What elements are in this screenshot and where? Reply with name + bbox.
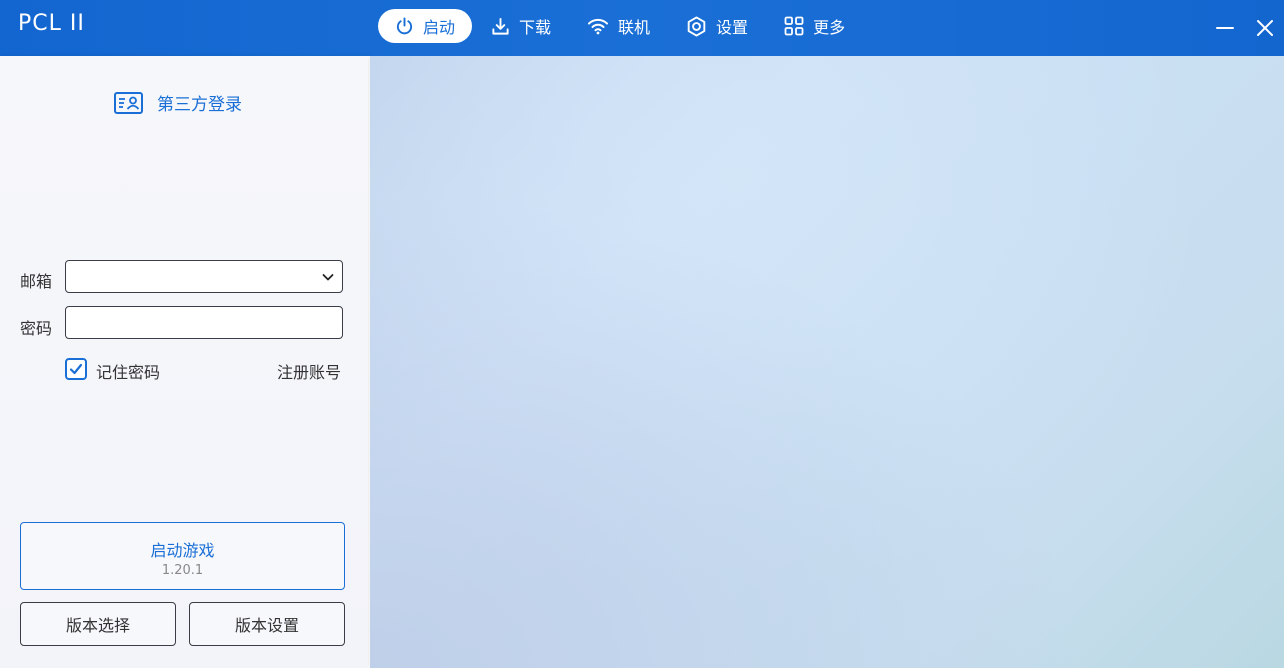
register-account-link[interactable]: 注册账号 xyxy=(277,359,341,383)
launch-game-label: 启动游戏 xyxy=(150,541,215,560)
title-bar: PCL II 启动 下载 联机 设置 更多 xyxy=(0,0,1284,56)
main-nav: 启动 下载 联机 设置 更多 xyxy=(378,9,864,43)
email-field[interactable] xyxy=(66,261,322,292)
launch-game-button[interactable]: 启动游戏 1.20.1 xyxy=(20,522,345,590)
nav-item-launch[interactable]: 启动 xyxy=(378,9,473,43)
id-card-icon xyxy=(114,91,143,114)
password-label: 密码 xyxy=(20,319,53,338)
app-logo: PCL II xyxy=(18,11,85,36)
launcher-window: PCL II 启动 下载 联机 设置 更多 第三方登录 邮箱 密码 记住密码 注… xyxy=(0,0,1284,668)
nav-item-label: 设置 xyxy=(716,18,749,37)
background-area xyxy=(370,56,1284,668)
close-button[interactable] xyxy=(1251,14,1279,42)
nav-item-download[interactable]: 下载 xyxy=(474,9,568,43)
login-panel: 第三方登录 邮箱 密码 记住密码 注册账号 启动游戏 1.20.1 版本选择 版… xyxy=(0,56,368,668)
remember-password-checkbox[interactable] xyxy=(65,358,87,380)
minimize-button[interactable] xyxy=(1211,14,1239,42)
nav-item-label: 更多 xyxy=(813,18,846,37)
nav-item-settings[interactable]: 设置 xyxy=(669,9,765,43)
background-shade xyxy=(370,56,1284,668)
checkmark-icon xyxy=(69,363,83,375)
launch-version-label: 1.20.1 xyxy=(161,563,204,578)
version-select-button[interactable]: 版本选择 xyxy=(20,602,176,646)
login-title-text: 第三方登录 xyxy=(157,95,242,115)
password-field[interactable] xyxy=(66,307,322,338)
nav-item-label: 联机 xyxy=(618,18,651,37)
nav-item-label: 下载 xyxy=(519,18,552,37)
chevron-down-icon[interactable] xyxy=(321,270,335,284)
password-box[interactable] xyxy=(65,306,343,339)
wifi-icon xyxy=(588,18,609,35)
download-icon xyxy=(492,17,509,35)
version-settings-button[interactable]: 版本设置 xyxy=(189,602,345,646)
email-combobox[interactable] xyxy=(65,260,343,293)
power-icon xyxy=(396,16,413,34)
nav-item-label: 启动 xyxy=(423,18,456,37)
nav-item-multiplayer[interactable]: 联机 xyxy=(570,9,667,43)
email-label: 邮箱 xyxy=(20,272,53,291)
nav-item-more[interactable]: 更多 xyxy=(767,9,862,43)
close-icon xyxy=(1257,20,1273,36)
remember-password-label[interactable]: 记住密码 xyxy=(96,359,160,383)
grid-icon xyxy=(784,16,804,36)
minimize-icon xyxy=(1216,27,1234,29)
login-title: 第三方登录 xyxy=(114,90,242,115)
settings-icon xyxy=(687,15,706,37)
